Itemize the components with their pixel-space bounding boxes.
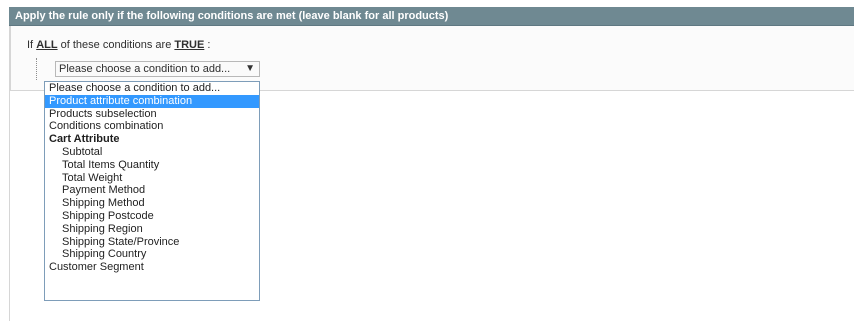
if-label: If [27, 39, 34, 51]
option-customer-segment[interactable]: Customer Segment [45, 261, 259, 274]
option-payment-method[interactable]: Payment Method [45, 184, 259, 197]
tree-connector [36, 58, 37, 80]
option-product-attribute-combination[interactable]: Product attribute combination [45, 94, 259, 108]
value-link[interactable]: TRUE [174, 39, 204, 51]
rule-conditions-header: Apply the rule only if the following con… [9, 7, 854, 26]
select-current-value: Please choose a condition to add... [59, 63, 231, 75]
option-subtotal[interactable]: Subtotal [45, 146, 259, 159]
option-group-cart-attribute: Cart Attribute [49, 133, 120, 146]
chevron-down-icon: ▼ [245, 63, 255, 74]
middle-text: of these conditions are [60, 39, 172, 51]
option-shipping-region[interactable]: Shipping Region [45, 223, 259, 236]
option-shipping-country[interactable]: Shipping Country [45, 248, 259, 261]
option-please-choose[interactable]: Please choose a condition to add... [45, 82, 259, 95]
option-shipping-state-province[interactable]: Shipping State/Province [45, 236, 259, 249]
aggregator-link[interactable]: ALL [36, 39, 57, 51]
option-total-weight[interactable]: Total Weight [45, 172, 259, 185]
condition-sentence: If ALL of these conditions are TRUE : [27, 39, 210, 51]
condition-options-list[interactable]: Please choose a condition to add... Prod… [44, 81, 260, 301]
colon: : [207, 39, 211, 51]
option-conditions-combination[interactable]: Conditions combination [45, 120, 259, 133]
option-products-subselection[interactable]: Products subselection [45, 108, 259, 121]
option-total-items-quantity[interactable]: Total Items Quantity [45, 159, 259, 172]
header-title: Apply the rule only if the following con… [15, 10, 449, 22]
option-shipping-postcode[interactable]: Shipping Postcode [45, 210, 259, 223]
new-condition-select[interactable]: Please choose a condition to add... ▼ [55, 61, 260, 77]
option-shipping-method[interactable]: Shipping Method [45, 197, 259, 210]
